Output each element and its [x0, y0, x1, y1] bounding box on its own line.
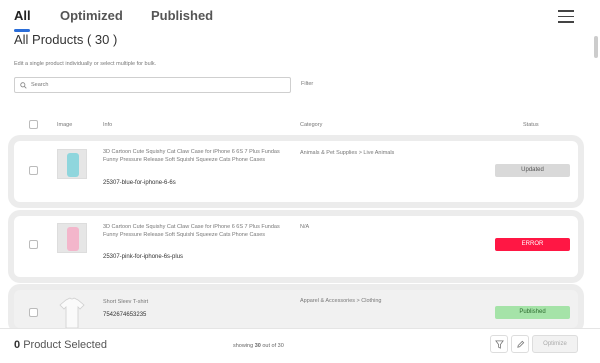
product-category: N/A [300, 224, 310, 230]
product-thumbnail [57, 149, 87, 179]
column-header-category: Category [300, 122, 323, 128]
tshirt-thumbnail [59, 297, 85, 328]
product-title: 3D Cartoon Cute Squishy Cat Claw Case fo… [103, 149, 280, 163]
row-checkbox[interactable] [29, 240, 38, 249]
status-badge: Updated [495, 164, 570, 177]
search-icon [20, 82, 27, 89]
pencil-icon [517, 340, 525, 348]
product-title: Short Sleev T-shirt [103, 299, 149, 305]
page-title: All Products ( 30 ) [14, 32, 118, 47]
tab-all[interactable]: All [14, 8, 31, 23]
product-category: Animals & Pet Supplies > Live Animals [300, 150, 395, 156]
selected-count-number: 0 [14, 339, 21, 351]
product-sku: 25307-pink-for-iphone-6s-plus [103, 254, 184, 260]
bulk-edit-hint: Edit a single product individually or se… [14, 61, 157, 67]
showing-count: showing 30 out of 30 [233, 343, 284, 349]
product-sku: 7542674653235 [103, 312, 147, 318]
product-category: Apparel & Accessories > Clothing [300, 298, 382, 304]
filter-funnel-button[interactable] [490, 335, 508, 353]
select-all-checkbox[interactable] [29, 120, 38, 129]
row-checkbox[interactable] [29, 166, 38, 175]
column-header-image: Image [57, 122, 73, 128]
selected-count-label: Product Selected [23, 339, 107, 351]
tab-published[interactable]: Published [151, 8, 213, 23]
selected-count: 0 Product Selected [14, 339, 107, 351]
scrollbar[interactable] [594, 36, 598, 58]
showing-suffix: out of 30 [262, 343, 284, 349]
product-row[interactable] [14, 216, 578, 277]
hamburger-menu-icon[interactable] [558, 10, 574, 23]
phone-case-image [67, 153, 79, 177]
search-box[interactable] [14, 77, 291, 93]
product-row[interactable] [14, 141, 578, 202]
column-header-info: Info [103, 122, 113, 128]
product-sku: 25307-blue-for-iphone-6-6s [103, 180, 176, 186]
status-badge: Published [495, 306, 570, 319]
showing-prefix: showing [233, 343, 254, 349]
column-header-status: Status [523, 122, 539, 128]
search-input[interactable] [31, 79, 286, 91]
product-row[interactable] [14, 290, 578, 328]
optimize-button[interactable]: Optimize [532, 335, 578, 353]
phone-case-image [67, 227, 79, 251]
tab-optimized[interactable]: Optimized [60, 8, 123, 23]
edit-button[interactable] [511, 335, 529, 353]
showing-number: 30 [254, 343, 261, 349]
filter-button[interactable]: Filter [301, 81, 313, 87]
product-thumbnail [57, 223, 87, 253]
row-checkbox[interactable] [29, 308, 38, 317]
funnel-icon [495, 340, 504, 349]
product-title: 3D Cartoon Cute Squishy Cat Claw Case fo… [103, 224, 280, 238]
status-badge: ERROR [495, 238, 570, 251]
